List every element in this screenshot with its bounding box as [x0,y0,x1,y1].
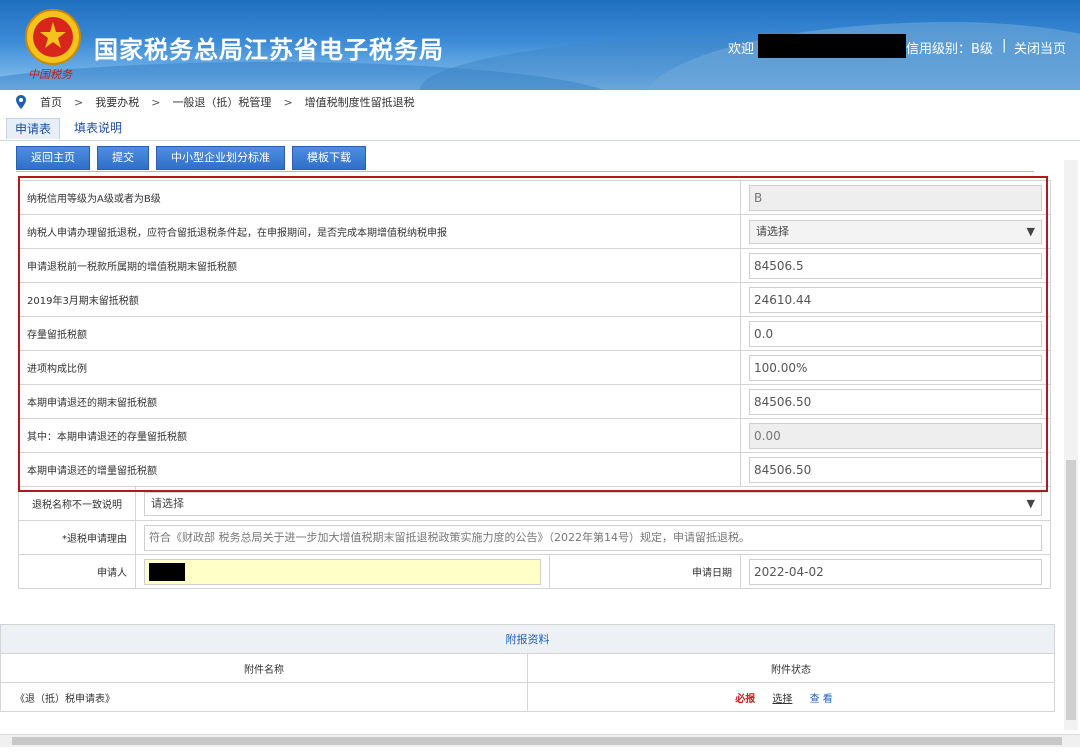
submit-button[interactable]: 提交 [97,146,149,170]
row-label: 进项构成比例 [18,350,741,385]
prior-period-credit-input[interactable]: 84506.5 [749,252,1042,279]
input-ratio-input[interactable]: 100.00% [749,354,1042,381]
select-attachment-link[interactable]: 选择 [772,694,792,705]
horizontal-scrollbar[interactable] [0,734,1080,747]
tab-fill-instructions[interactable]: 填表说明 [66,118,130,138]
required-badge: 必报 [735,693,756,705]
template-download-button[interactable]: 模板下载 [292,146,366,170]
refund-period-credit-input[interactable]: 84506.50 [749,388,1042,415]
dropdown-arrow-icon: ▼ [1026,224,1035,238]
march-2019-credit-input[interactable]: 24610.44 [749,286,1042,313]
form-row: 2019年3月期末留抵税额 24610.44 [18,282,1051,317]
row-label: 退税名称不一致说明 [18,486,136,521]
site-title: 国家税务总局江苏省电子税务局 [94,36,444,64]
breadcrumb: 首页 > 我要办税 > 一般退（抵）税管理 > 增值税制度性留抵退税 [16,94,415,110]
row-label: 存量留抵税额 [18,316,741,351]
declaration-complete-select[interactable]: 请选择 ▼ [749,219,1042,244]
header-separator: | [1002,38,1007,53]
location-pin-icon [16,95,26,109]
breadcrumb-home[interactable]: 首页 [40,94,62,110]
attachments-title: 附报资料 [0,624,1055,654]
refund-reason-input[interactable]: 符合《财政部 税务总局关于进一步加大增值税期末留抵退税政策实施力度的公告》（20… [144,524,1042,551]
sme-standard-button[interactable]: 中小型企业划分标准 [156,146,285,170]
column-header: 附件状态 [527,653,1055,683]
name-mismatch-select[interactable]: 请选择 ▼ [144,491,1042,516]
tab-bar: 申请表 填表说明 [0,116,1080,141]
row-label: 纳税人申请办理留抵退税，应符合留抵退税条件起，在申报期间，是否完成本期增值税纳税… [18,214,741,249]
form-row: *退税申请理由 符合《财政部 税务总局关于进一步加大增值税期末留抵退税政策实施力… [18,520,1051,555]
form-row: 进项构成比例 100.00% [18,350,1051,385]
row-label: 申请人 [18,554,136,589]
breadcrumb-separator: > [151,95,161,109]
table-row: 《退（抵）税申请表》 必报 选择 查 看 [0,682,1055,712]
form-row: 存量留抵税额 0.0 [18,316,1051,351]
form-row: 本期申请退还的增量留抵税额 84506.50 [18,452,1051,487]
view-attachment-link[interactable]: 查 看 [810,694,833,705]
attachment-status-cell: 必报 选择 查 看 [527,682,1055,712]
form-row: 其中：本期申请退还的存量留抵税额 0.00 [18,418,1051,453]
form-row: 纳税信用等级为A级或者为B级 B [18,180,1051,215]
scrollbar-thumb[interactable] [1066,460,1076,720]
select-value: 请选择 [151,496,184,510]
form-row: 纳税人申请办理留抵退税，应符合留抵退税条件起，在申报期间，是否完成本期增值税纳税… [18,214,1051,249]
emblem-signature: 中国税务 [28,68,72,81]
attachments-table: 附报资料 附件名称 附件状态 《退（抵）税申请表》 必报 选择 查 看 [0,624,1055,712]
form-row: 退税名称不一致说明 请选择 ▼ [18,486,1051,521]
form-row: 申请退税前一税款所属期的增值税期末留抵税额 84506.5 [18,248,1051,283]
row-label: 纳税信用等级为A级或者为B级 [18,180,741,215]
row-label: 申请退税前一税款所属期的增值税期末留抵税额 [18,248,741,283]
application-date-input[interactable]: 2022-04-02 [749,558,1042,585]
breadcrumb-tax[interactable]: 我要办税 [95,94,139,110]
row-label: *退税申请理由 [18,520,136,555]
refund-stock-credit-field: 0.00 [749,422,1042,449]
refund-form-table: 纳税信用等级为A级或者为B级 B 纳税人申请办理留抵退税，应符合留抵退税条件起，… [18,180,1051,589]
row-label: 本期申请退还的期末留抵税额 [18,384,741,419]
form-row: 申请人 申请日期 2022-04-02 [18,554,1051,589]
return-home-button[interactable]: 返回主页 [16,146,90,170]
row-label: 申请日期 [549,554,741,589]
breadcrumb-separator: > [283,95,293,109]
welcome-text: 欢迎 [728,42,755,57]
breadcrumb-current: 增值税制度性留抵退税 [304,96,415,109]
row-label: 本期申请退还的增量留抵税额 [18,452,741,487]
divider [16,171,1034,172]
scrollbar-thumb[interactable] [12,737,1062,745]
row-label: 其中：本期申请退还的存量留抵税额 [18,418,741,453]
redacted-applicant [149,562,185,581]
close-page-link[interactable]: 关闭当页 [1014,38,1066,57]
credit-level-field: B [749,184,1042,211]
redacted-username [758,34,906,58]
breadcrumb-refund[interactable]: 一般退（抵）税管理 [172,94,271,110]
tab-application-form[interactable]: 申请表 [6,118,61,139]
stock-credit-input[interactable]: 0.0 [749,320,1042,347]
toolbar: 返回主页 提交 中小型企业划分标准 模板下载 [16,146,366,170]
breadcrumb-separator: > [74,95,84,109]
dropdown-arrow-icon: ▼ [1026,496,1035,510]
site-header: 中国税务 国家税务总局江苏省电子税务局 欢迎 信用级别：B级 | 关闭当页 [0,0,1080,90]
form-row: 本期申请退还的期末留抵税额 84506.50 [18,384,1051,419]
refund-incremental-credit-input[interactable]: 84506.50 [749,456,1042,483]
select-value: 请选择 [756,224,789,238]
vertical-scrollbar[interactable] [1064,160,1078,730]
applicant-input[interactable] [144,558,541,585]
row-label: 2019年3月期末留抵税额 [18,282,741,317]
credit-level: 信用级别：B级 [906,42,993,57]
tax-emblem-icon [25,9,81,65]
column-header: 附件名称 [0,653,528,683]
attachment-name: 《退（抵）税申请表》 [0,682,528,712]
